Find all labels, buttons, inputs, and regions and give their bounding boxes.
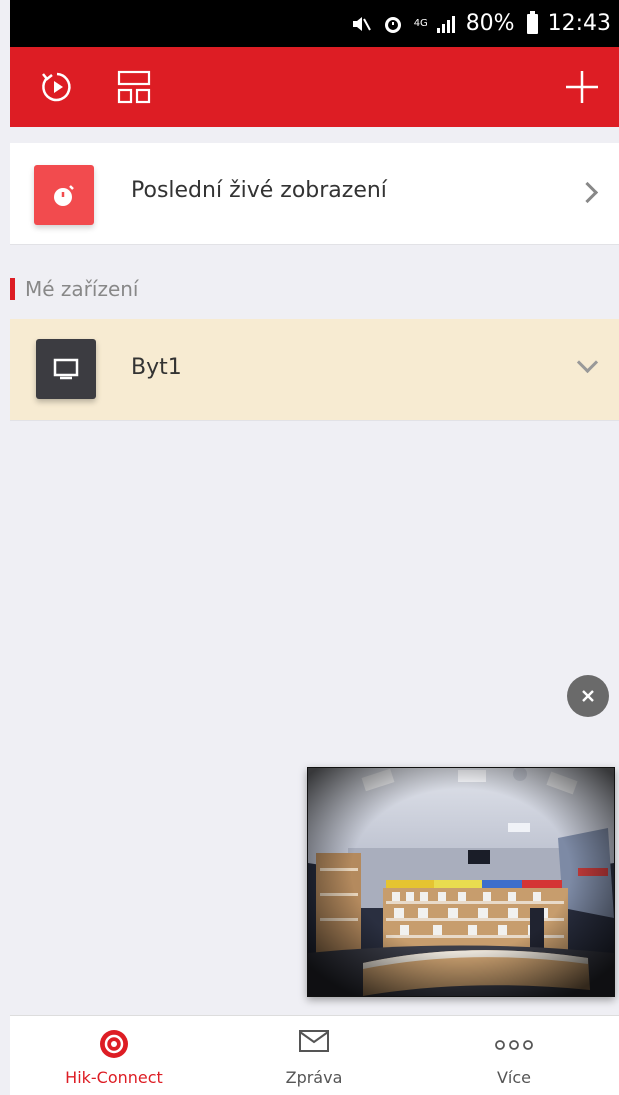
live-preview-window[interactable] bbox=[307, 767, 615, 997]
layout-icon[interactable] bbox=[112, 65, 156, 109]
app-bar bbox=[10, 47, 619, 127]
tab-label: Zpráva bbox=[285, 1068, 343, 1087]
signal-icon bbox=[436, 14, 456, 34]
tab-label: Hik-Connect bbox=[65, 1068, 163, 1087]
section-accent-bar bbox=[10, 278, 15, 300]
recent-live-view-row[interactable]: Poslední živé zobrazení bbox=[10, 143, 619, 245]
network-type-label: 4G bbox=[413, 18, 428, 29]
recent-live-view-label: Poslední živé zobrazení bbox=[131, 178, 387, 203]
my-devices-header: Mé zařízení bbox=[10, 276, 139, 302]
status-icons: 4G 80% 12:43 bbox=[350, 0, 611, 47]
close-preview-button[interactable] bbox=[567, 675, 609, 717]
device-row-byt1[interactable]: Byt1 bbox=[10, 319, 619, 421]
tab-more[interactable]: Více bbox=[414, 1016, 614, 1095]
mute-icon bbox=[350, 13, 372, 35]
tab-hik-connect[interactable]: Hik-Connect bbox=[14, 1016, 214, 1095]
battery-icon bbox=[526, 10, 538, 34]
camera-feed-image bbox=[308, 768, 614, 996]
playback-icon[interactable] bbox=[35, 65, 79, 109]
device-name: Byt1 bbox=[131, 355, 182, 380]
mail-icon bbox=[298, 1028, 330, 1058]
bottom-tab-bar: Hik-Connect Zpráva Více bbox=[10, 1015, 619, 1095]
chevron-right-icon bbox=[576, 181, 599, 204]
section-title: Mé zařízení bbox=[25, 277, 139, 301]
live-view-icon bbox=[98, 1028, 130, 1064]
tab-label: Více bbox=[496, 1068, 532, 1087]
status-bar: 4G 80% 12:43 bbox=[10, 0, 619, 47]
chevron-down-icon[interactable] bbox=[576, 351, 599, 374]
alarm-icon bbox=[382, 13, 404, 35]
more-icon bbox=[494, 1036, 534, 1055]
tab-messages[interactable]: Zpráva bbox=[214, 1016, 414, 1095]
battery-percent: 80% bbox=[465, 11, 515, 36]
stopwatch-icon bbox=[34, 165, 94, 225]
add-device-icon[interactable] bbox=[560, 65, 604, 109]
monitor-icon bbox=[36, 339, 96, 399]
clock: 12:43 bbox=[547, 11, 611, 36]
